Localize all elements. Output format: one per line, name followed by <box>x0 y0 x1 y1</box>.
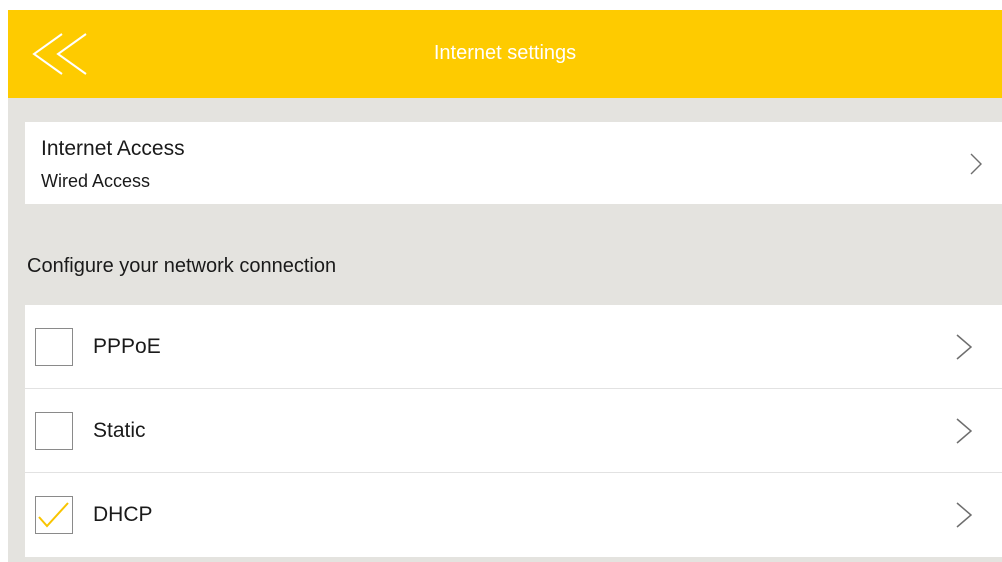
page-title: Internet settings <box>433 42 577 64</box>
internet-access-value: Wired Access <box>41 171 151 191</box>
option-row-dhcp[interactable]: DHCP <box>25 473 1002 557</box>
option-label: Static <box>93 419 146 442</box>
connection-options-list: PPPoE Static DHCP <box>25 305 1002 557</box>
chevron-right-icon <box>970 153 982 175</box>
app-frame: Internet settings Internet Access Wired … <box>8 10 1002 562</box>
static-checkbox[interactable] <box>35 412 73 450</box>
internet-access-title: Internet Access <box>41 137 185 160</box>
internet-access-item[interactable]: Internet Access Wired Access <box>25 122 1002 204</box>
back-button[interactable] <box>28 22 108 86</box>
pppoe-checkbox[interactable] <box>35 328 73 366</box>
option-label: PPPoE <box>93 335 161 358</box>
double-chevron-left-icon <box>32 33 87 75</box>
dhcp-checkbox[interactable] <box>35 496 73 534</box>
header-bar: Internet settings <box>8 10 1002 98</box>
checkmark-icon <box>38 502 69 528</box>
option-row-pppoe[interactable]: PPPoE <box>25 305 1002 389</box>
option-label: DHCP <box>93 503 153 526</box>
section-heading: Configure your network connection <box>27 255 337 277</box>
chevron-right-icon <box>956 334 972 360</box>
chevron-right-icon <box>956 502 972 528</box>
chevron-right-icon <box>956 418 972 444</box>
option-row-static[interactable]: Static <box>25 389 1002 473</box>
